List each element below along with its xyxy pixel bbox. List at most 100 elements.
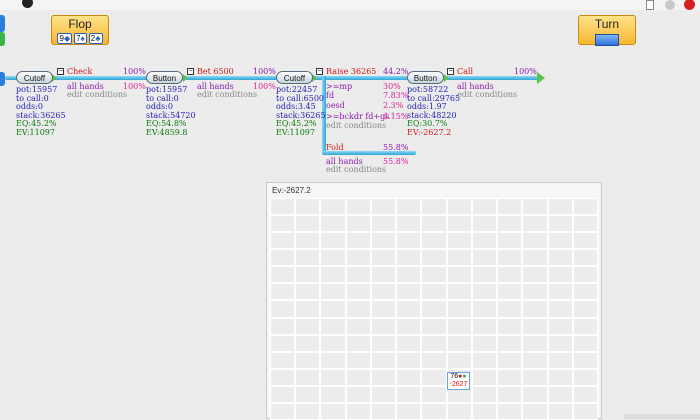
collapse-toggle[interactable]: − xyxy=(316,68,323,75)
hand-cell[interactable] xyxy=(320,249,346,267)
hand-cell[interactable] xyxy=(270,385,296,403)
hand-cell[interactable] xyxy=(295,215,321,233)
hand-cell[interactable] xyxy=(421,249,447,267)
hand-cell[interactable] xyxy=(270,402,296,420)
hand-cell[interactable] xyxy=(547,317,573,335)
hand-cell[interactable] xyxy=(572,402,598,420)
hand-cell[interactable] xyxy=(522,266,548,284)
hand-cell[interactable] xyxy=(522,317,548,335)
hand-cell[interactable] xyxy=(270,334,296,352)
hand-cell[interactable] xyxy=(320,300,346,318)
hand-cell[interactable] xyxy=(396,317,422,335)
hand-cell[interactable] xyxy=(295,300,321,318)
hand-cell[interactable] xyxy=(396,351,422,369)
edit-conditions-link[interactable]: edit conditions xyxy=(326,121,386,131)
hand-cell[interactable] xyxy=(396,249,422,267)
hand-cell[interactable] xyxy=(572,385,598,403)
hand-cell[interactable] xyxy=(345,300,371,318)
hand-cell[interactable] xyxy=(270,300,296,318)
turn-street-box[interactable]: Turn xyxy=(578,15,636,46)
hand-cell[interactable] xyxy=(320,317,346,335)
hand-cell[interactable] xyxy=(497,266,523,284)
hand-cell[interactable] xyxy=(270,351,296,369)
hand-cell[interactable] xyxy=(345,266,371,284)
hand-cell[interactable] xyxy=(295,368,321,386)
edit-conditions-link[interactable]: edit conditions xyxy=(326,165,386,175)
hand-cell[interactable] xyxy=(370,368,397,386)
hand-cell[interactable] xyxy=(497,249,523,267)
hand-cell[interactable] xyxy=(471,368,498,386)
hand-cell[interactable] xyxy=(345,402,371,420)
collapse-toggle[interactable]: − xyxy=(447,68,454,75)
hand-cell[interactable] xyxy=(295,334,321,352)
hand-cell[interactable] xyxy=(421,402,447,420)
hand-cell[interactable] xyxy=(547,232,573,250)
hand-cell[interactable] xyxy=(421,317,447,335)
condition-label[interactable]: fd xyxy=(326,91,334,101)
hand-cell[interactable] xyxy=(522,334,548,352)
hand-cell[interactable] xyxy=(547,266,573,284)
document-icon[interactable] xyxy=(646,0,654,10)
action-fold[interactable]: Fold xyxy=(326,143,344,153)
hand-cell[interactable] xyxy=(522,402,548,420)
hand-cell[interactable] xyxy=(370,300,397,318)
hand-cell[interactable] xyxy=(471,266,498,284)
hand-cell[interactable] xyxy=(497,198,523,216)
hand-cell[interactable] xyxy=(370,215,397,233)
hand-cell[interactable] xyxy=(320,215,346,233)
action-bet[interactable]: Bet 6500 xyxy=(197,67,234,77)
hand-cell[interactable] xyxy=(370,232,397,250)
action-raise[interactable]: Raise 36265 xyxy=(326,67,376,77)
hand-cell[interactable] xyxy=(370,283,397,301)
hand-cell[interactable] xyxy=(345,198,371,216)
hand-cell[interactable] xyxy=(522,198,548,216)
hand-cell[interactable] xyxy=(497,385,523,403)
hand-cell[interactable] xyxy=(446,402,472,420)
hand-cell[interactable] xyxy=(547,215,573,233)
hand-cell[interactable] xyxy=(572,198,598,216)
hand-cell[interactable] xyxy=(270,215,296,233)
hand-cell[interactable] xyxy=(320,368,346,386)
hand-cell[interactable] xyxy=(572,215,598,233)
hand-cell[interactable] xyxy=(497,283,523,301)
hand-cell[interactable] xyxy=(522,300,548,318)
hand-cell[interactable] xyxy=(547,283,573,301)
hand-cell[interactable] xyxy=(270,232,296,250)
hand-cell[interactable] xyxy=(421,385,447,403)
hand-cell[interactable] xyxy=(295,198,321,216)
hand-cell[interactable] xyxy=(446,232,472,250)
hand-cell[interactable] xyxy=(446,249,472,267)
hand-cell[interactable] xyxy=(295,283,321,301)
hand-cell[interactable] xyxy=(522,385,548,403)
hand-cell[interactable] xyxy=(370,266,397,284)
hand-cell[interactable] xyxy=(295,317,321,335)
action-call[interactable]: Call xyxy=(457,67,473,77)
hand-cell[interactable] xyxy=(421,368,447,386)
hand-cell[interactable] xyxy=(345,232,371,250)
hand-cell[interactable] xyxy=(572,300,598,318)
hand-cell[interactable] xyxy=(270,249,296,267)
hand-cell[interactable] xyxy=(345,385,371,403)
hand-cell[interactable] xyxy=(295,249,321,267)
hand-cell[interactable] xyxy=(572,283,598,301)
hand-cell[interactable] xyxy=(547,351,573,369)
hand-cell[interactable] xyxy=(370,402,397,420)
hand-cell[interactable] xyxy=(522,283,548,301)
hand-cell[interactable] xyxy=(522,368,548,386)
hand-cell[interactable] xyxy=(446,351,472,369)
hand-cell[interactable] xyxy=(547,198,573,216)
hand-cell[interactable] xyxy=(471,317,498,335)
hand-cell[interactable] xyxy=(471,351,498,369)
hand-cell[interactable] xyxy=(396,368,422,386)
help-icon[interactable] xyxy=(665,0,675,10)
hand-cell[interactable] xyxy=(421,266,447,284)
side-tab-blue[interactable] xyxy=(0,15,5,32)
hand-cell[interactable] xyxy=(270,368,296,386)
hand-cell[interactable] xyxy=(547,249,573,267)
hand-cell[interactable] xyxy=(396,385,422,403)
hand-cell[interactable] xyxy=(572,266,598,284)
hand-cell[interactable] xyxy=(270,266,296,284)
hand-cell[interactable] xyxy=(421,283,447,301)
flop-street-box[interactable]: Flop 9◆ 7♠ 2♣ xyxy=(51,15,109,45)
hand-cell[interactable] xyxy=(345,283,371,301)
